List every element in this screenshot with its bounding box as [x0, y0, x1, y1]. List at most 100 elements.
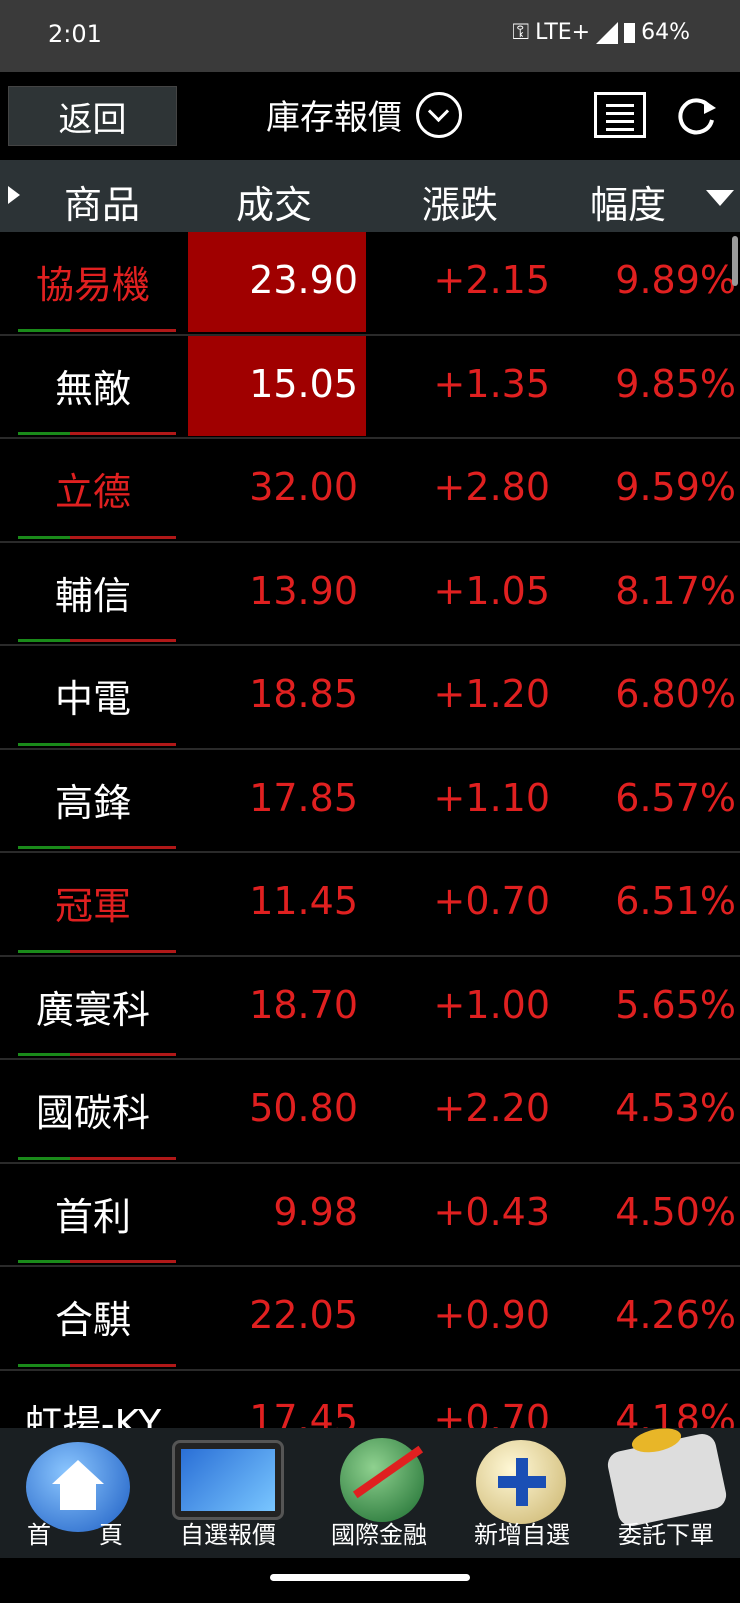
expand-arrow-icon[interactable] — [8, 186, 20, 204]
change-value: +0.70 — [433, 879, 550, 923]
table-row[interactable]: 首利 9.98 +0.43 4.50% — [0, 1164, 740, 1267]
pct-value: 6.80% — [615, 672, 736, 716]
nav-watchlist-label: 自選報價 — [180, 1521, 276, 1549]
change-value: +0.70 — [433, 1396, 550, 1429]
pct-value: 8.17% — [615, 568, 736, 613]
nav-add[interactable]: 新增自選 — [452, 1428, 592, 1558]
price-cell: 32.00 — [188, 439, 366, 539]
stock-name: 廣寰科 — [35, 987, 150, 1032]
plus-icon — [476, 1440, 566, 1524]
stock-name: 冠軍 — [54, 884, 131, 928]
status-bar: 2:01 ⚿ LTE+ 64% — [0, 0, 740, 72]
header-price[interactable]: 成交 — [236, 174, 312, 229]
globe-icon — [340, 1438, 424, 1522]
pct-value: 6.51% — [615, 879, 736, 923]
chevron-down-icon[interactable] — [416, 91, 462, 138]
scrollbar[interactable] — [732, 236, 738, 286]
price-value: 18.85 — [249, 672, 358, 716]
price-value: 17.45 — [249, 1396, 358, 1429]
table-row[interactable]: 冠軍 11.45 +0.70 6.51% — [0, 853, 740, 957]
nav-home-label: 首 頁 — [27, 1521, 123, 1549]
price-cell: 50.80 — [188, 1060, 366, 1160]
price-cell: 17.85 — [188, 750, 366, 850]
stock-name: 無敵 — [54, 366, 131, 411]
price-cell: 13.90 — [188, 543, 366, 643]
header-change[interactable]: 漲跌 — [422, 174, 498, 229]
change-value: +0.90 — [433, 1293, 550, 1337]
key-icon: ⚿ — [512, 20, 530, 45]
nav-watchlist[interactable]: 自選報價 — [150, 1428, 306, 1558]
table-row[interactable]: 無敵 15.05 +1.35 9.85% — [0, 335, 740, 439]
price-value: 15.05 — [249, 361, 358, 406]
pct-value: 4.50% — [615, 1189, 736, 1234]
stock-name: 中電 — [54, 677, 131, 721]
pct-value: 4.26% — [615, 1293, 736, 1337]
change-value: +1.20 — [433, 672, 550, 716]
price-value: 13.90 — [249, 568, 358, 613]
stock-name: 虹揚-KY — [24, 1401, 162, 1429]
volume-ratio-bar — [18, 432, 176, 435]
pct-value: 9.85% — [615, 361, 736, 406]
tablet-chart-icon — [172, 1440, 284, 1520]
volume-ratio-bar — [18, 1053, 176, 1056]
table-row[interactable]: 立德 32.00 +2.80 9.59% — [0, 439, 740, 543]
gesture-bar[interactable] — [270, 1574, 470, 1581]
price-cell: 15.05 — [188, 335, 366, 436]
title-selector[interactable]: 庫存報價 — [266, 90, 462, 139]
price-value: 17.85 — [249, 775, 358, 820]
quote-list[interactable]: 協易機 23.90 +2.15 9.89% 無敵 15.05 +1.35 9.85% 立德 32.… — [0, 232, 740, 1428]
pct-value: 5.65% — [615, 982, 736, 1027]
column-header: 商品 成交 漲跌 幅度 — [0, 160, 740, 232]
table-row[interactable]: 輔信 13.90 +1.05 8.17% — [0, 543, 740, 646]
price-cell: 17.45 — [188, 1371, 366, 1429]
page-title: 庫存報價 — [266, 98, 402, 138]
back-button[interactable]: 返回 — [8, 86, 177, 146]
volume-ratio-bar — [18, 1156, 176, 1160]
top-bar: 返回 庫存報價 — [0, 72, 740, 160]
price-value: 18.70 — [249, 982, 358, 1027]
volume-ratio-bar — [18, 328, 176, 332]
header-name[interactable]: 商品 — [64, 174, 140, 229]
volume-ratio-bar — [18, 639, 176, 642]
price-value: 11.45 — [249, 879, 358, 923]
change-value: +1.10 — [433, 775, 550, 820]
pct-value: 4.18% — [615, 1396, 736, 1429]
volume-ratio-bar — [18, 1260, 176, 1263]
stock-name: 輔信 — [54, 573, 131, 618]
price-cell: 23.90 — [188, 232, 366, 332]
table-row[interactable]: 中電 18.85 +1.20 6.80% — [0, 646, 740, 750]
nav-international-label: 國際金融 — [331, 1521, 427, 1549]
signal-icon — [596, 21, 619, 44]
price-value: 9.98 — [273, 1189, 358, 1234]
battery-icon — [624, 22, 636, 43]
battery-level: 64% — [641, 20, 690, 45]
change-value: +1.00 — [433, 982, 550, 1027]
nav-home[interactable]: 首 頁 — [0, 1428, 150, 1558]
header-pct[interactable]: 幅度 — [590, 174, 666, 229]
change-value: +2.15 — [433, 258, 550, 302]
nav-international[interactable]: 國際金融 — [306, 1428, 452, 1558]
table-row[interactable]: 虹揚-KY 17.45 +0.70 4.18% — [0, 1371, 740, 1429]
bottom-nav: 首 頁 自選報價 國際金融 新增自選 委託下單 — [0, 1428, 740, 1558]
price-value: 50.80 — [249, 1086, 358, 1130]
table-row[interactable]: 高鋒 17.85 +1.10 6.57% — [0, 750, 740, 853]
pct-value: 9.89% — [615, 258, 736, 302]
list-menu-icon[interactable] — [594, 92, 646, 138]
table-row[interactable]: 廣寰科 18.70 +1.00 5.65% — [0, 957, 740, 1060]
table-row[interactable]: 協易機 23.90 +2.15 9.89% — [0, 232, 740, 336]
table-row[interactable]: 國碳科 50.80 +2.20 4.53% — [0, 1060, 740, 1164]
change-value: +2.80 — [433, 465, 550, 509]
nav-add-label: 新增自選 — [474, 1521, 570, 1549]
refresh-icon[interactable] — [674, 94, 718, 138]
sort-down-icon[interactable] — [706, 190, 734, 206]
volume-ratio-bar — [18, 535, 176, 539]
stock-name: 合騏 — [54, 1298, 131, 1342]
pct-value: 4.53% — [615, 1086, 736, 1130]
nav-order[interactable]: 委託下單 — [592, 1428, 740, 1558]
volume-ratio-bar — [18, 949, 176, 953]
price-value: 22.05 — [249, 1293, 358, 1337]
change-value: +0.43 — [433, 1189, 550, 1234]
network-label: LTE+ — [535, 20, 591, 45]
change-value: +1.35 — [433, 361, 550, 406]
table-row[interactable]: 合騏 22.05 +0.90 4.26% — [0, 1267, 740, 1371]
